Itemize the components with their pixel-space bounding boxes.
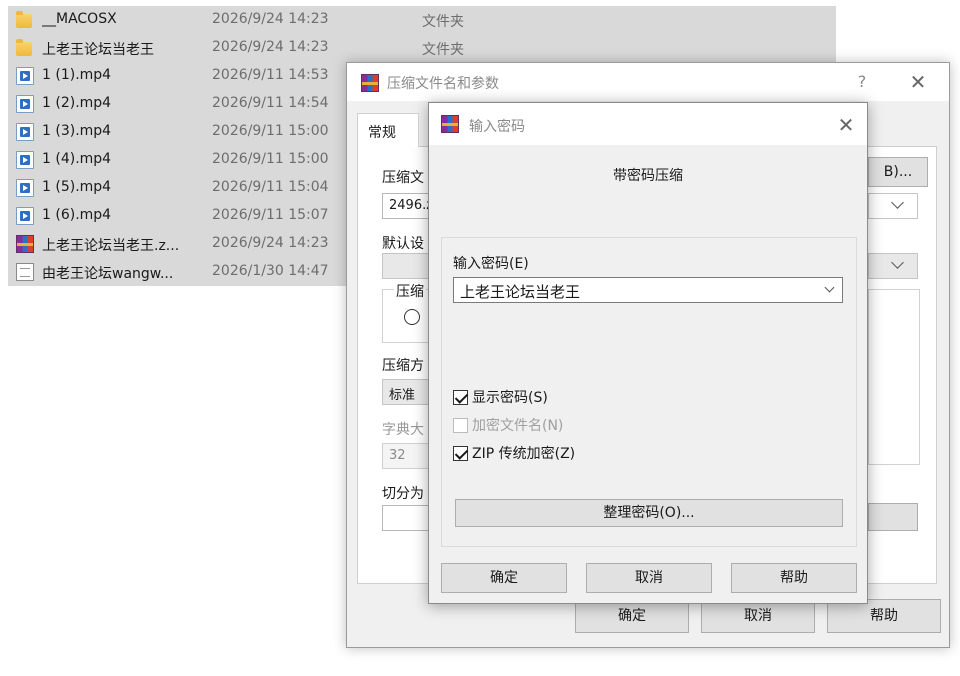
file-name: 1 (1).mp4 [42,67,112,83]
folder-icon [16,39,32,56]
video-icon [16,95,34,113]
file-name: 1 (2).mp4 [42,95,112,111]
password-dialog-titlebar[interactable]: 输入密码 ✕ [429,103,867,145]
chevron-down-icon[interactable] [824,282,835,293]
help-button-bottom[interactable]: 帮助 [827,599,941,633]
text-file-icon [16,263,34,281]
tab-general[interactable]: 常规 [357,113,419,147]
file-name: 1 (5).mp4 [42,179,112,195]
file-row[interactable]: 上老王论坛当老王.z... 2026/9/24 14:23 [8,230,348,258]
format-radio[interactable] [404,309,420,325]
browse-button[interactable]: B)... [868,157,928,187]
file-name: 上老王论坛当老王.z... [42,238,180,254]
file-date: 2026/9/11 14:53 [212,67,329,83]
file-date: 2026/9/11 15:00 [212,123,329,139]
file-name: 由老王论坛wangw... [42,266,174,282]
file-row[interactable]: 由老王论坛wangw... 2026/1/30 14:47 [8,258,348,286]
dialog-title: 压缩文件名和参数 [387,76,499,92]
chevron-down-icon [891,196,904,209]
file-name: 1 (3).mp4 [42,123,112,139]
dialog-titlebar[interactable]: 压缩文件名和参数 ? ✕ [347,63,949,101]
options-group [868,289,920,465]
password-label: 输入密码(E) [453,256,529,272]
zip-legacy-encryption-checkbox[interactable]: ZIP 传统加密(Z) [453,443,575,463]
checkbox-unchecked-icon[interactable] [453,417,468,433]
password-value: 上老王论坛当老王 [460,283,581,301]
encrypt-filenames-label: 加密文件名(N) [472,418,564,434]
show-password-label: 显示密码(S) [472,390,548,406]
winrar-icon [361,74,379,92]
update-mode-dropdown[interactable] [868,193,918,219]
file-row[interactable]: 1 (3).mp4 2026/9/11 15:00 [8,118,348,146]
file-date: 2026/9/24 14:23 [212,39,329,55]
file-date: 2026/9/24 14:23 [212,11,329,27]
zip-legacy-encryption-label: ZIP 传统加密(Z) [472,446,576,462]
password-heading: 带密码压缩 [613,168,683,184]
split-volumes-label: 切分为 [382,486,424,502]
file-name: 上老王论坛当老王 [42,42,154,58]
video-icon [16,123,34,141]
compression-method-label: 压缩方 [382,358,424,374]
file-date: 2026/1/30 14:47 [212,263,329,279]
show-password-checkbox[interactable]: 显示密码(S) [453,387,548,407]
cancel-button[interactable]: 取消 [701,599,815,633]
ok-button[interactable]: 确定 [441,563,567,593]
help-button[interactable]: ? [847,69,877,95]
rar-icon [16,235,34,253]
archive-format-label: 压缩 [394,281,426,301]
close-button[interactable]: ✕ [831,111,861,139]
archive-name-label: 压缩文 [382,170,424,186]
video-icon [16,67,34,85]
winrar-icon [441,115,459,133]
folder-icon [16,11,32,28]
ok-button[interactable]: 确定 [575,599,689,633]
file-type: 文件夹 [422,42,464,58]
file-date: 2026/9/11 15:07 [212,207,329,223]
cancel-button[interactable]: 取消 [586,563,712,593]
chevron-down-icon [891,256,904,269]
file-row[interactable]: 1 (2).mp4 2026/9/11 14:54 [8,90,348,118]
file-date: 2026/9/11 15:00 [212,151,329,167]
default-profile-label: 默认设 [382,236,424,252]
organize-passwords-button[interactable]: 整理密码(O)... [455,499,843,527]
password-dialog-title: 输入密码 [469,119,525,135]
file-row[interactable]: 1 (5).mp4 2026/9/11 15:04 [8,174,348,202]
file-row[interactable]: 1 (6).mp4 2026/9/11 15:07 [8,202,348,230]
video-icon [16,151,34,169]
video-icon [16,179,34,197]
file-row[interactable]: __MACOSX 2026/9/24 14:23 文件夹 [8,6,836,34]
close-button[interactable]: ✕ [903,69,933,95]
password-input[interactable]: 上老王论坛当老王 [453,277,843,303]
file-name: __MACOSX [42,11,117,27]
checkbox-checked-icon[interactable] [453,389,468,405]
file-row[interactable]: 1 (1).mp4 2026/9/11 14:53 [8,62,348,90]
file-row[interactable]: 上老王论坛当老王 2026/9/24 14:23 文件夹 [8,34,836,62]
dictionary-size-label: 字典大 [382,422,424,438]
file-date: 2026/9/11 15:04 [212,179,329,195]
enter-password-dialog: 输入密码 ✕ 带密码压缩 输入密码(E) 上老王论坛当老王 显示密码(S) 加密… [428,102,868,604]
profile-dropdown[interactable] [868,253,918,279]
encrypt-filenames-checkbox[interactable]: 加密文件名(N) [453,415,563,435]
set-password-button[interactable] [868,503,918,531]
file-type: 文件夹 [422,14,464,30]
video-icon [16,207,34,225]
help-button[interactable]: 帮助 [731,563,857,593]
file-row[interactable]: 1 (4).mp4 2026/9/11 15:00 [8,146,348,174]
file-date: 2026/9/11 14:54 [212,95,329,111]
file-date: 2026/9/24 14:23 [212,235,329,251]
checkbox-checked-icon[interactable] [453,445,468,461]
file-name: 1 (4).mp4 [42,151,112,167]
file-name: 1 (6).mp4 [42,207,112,223]
